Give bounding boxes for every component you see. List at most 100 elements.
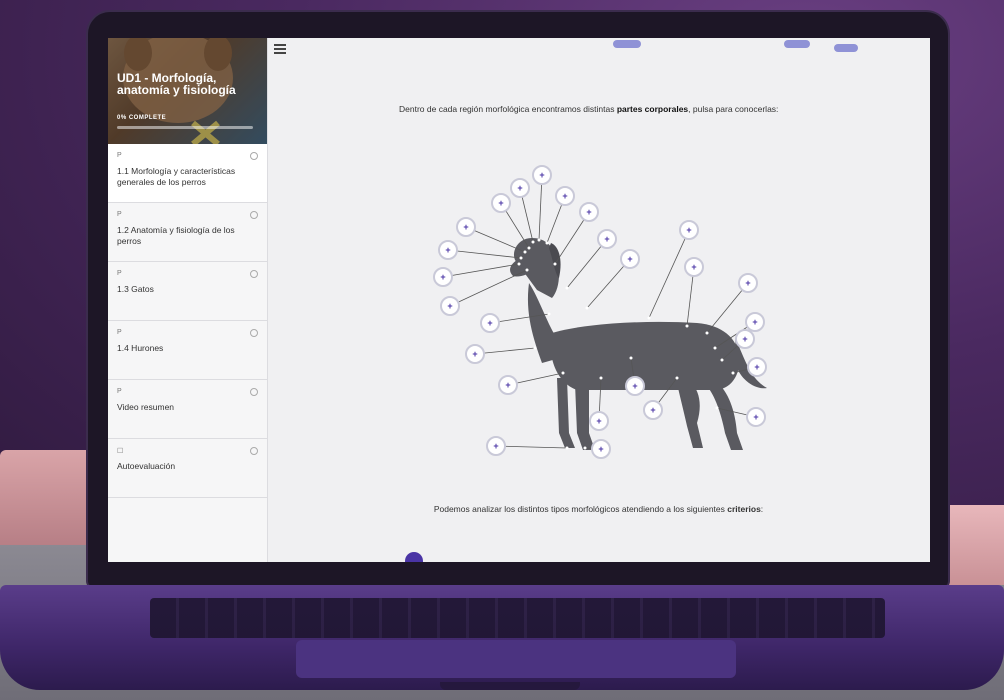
hotspot-anchor [545, 241, 549, 245]
plus-icon: + [445, 245, 450, 255]
plus-icon: + [752, 317, 757, 327]
hotspot-button[interactable]: + [440, 296, 460, 316]
keyboard [150, 598, 885, 638]
lesson-type-icon: P [117, 211, 122, 218]
criteria-text: Podemos analizar los distintos tipos mor… [267, 504, 930, 514]
hotspot-button[interactable]: + [510, 178, 530, 198]
hotspot-anchor [715, 406, 719, 410]
hotspot-anchor [713, 346, 717, 350]
hotspot-leader-line [495, 445, 568, 449]
screen: UD1 - Morfología, anatomía y fisiología … [108, 38, 930, 562]
lesson-item[interactable]: P 1.3 Gatos [108, 262, 267, 321]
hotspot-button[interactable]: + [591, 439, 611, 459]
lesson-title: Video resumen [117, 402, 175, 412]
hotspot-button[interactable]: + [745, 312, 765, 332]
hotspot-anchor [553, 262, 557, 266]
hotspot-button[interactable]: + [486, 436, 506, 456]
hotspot-anchor [629, 356, 633, 360]
hotspot-anchor [547, 312, 551, 316]
hotspot-button[interactable]: + [433, 267, 453, 287]
plus-icon: + [447, 301, 452, 311]
hotspot-leader-line [442, 263, 520, 278]
hotspot-button[interactable]: + [597, 229, 617, 249]
hotspot-button[interactable]: + [684, 257, 704, 277]
hotspot-anchor [527, 246, 531, 250]
hotspot-button[interactable]: + [579, 202, 599, 222]
plus-icon: + [627, 254, 632, 264]
lesson-list: P 1.1 Morfología y características genera… [108, 144, 267, 498]
plus-icon: + [754, 362, 759, 372]
hotspot-anchor [531, 240, 535, 244]
lesson-title: 1.3 Gatos [117, 284, 154, 294]
plus-icon: + [686, 225, 691, 235]
lesson-title: 1.4 Hurones [117, 343, 164, 353]
hotspot-leaders [442, 174, 758, 450]
hotspot-button[interactable]: + [555, 186, 575, 206]
hotspot-anchor [517, 262, 521, 266]
plus-icon: + [463, 222, 468, 232]
hotspot-button[interactable]: + [679, 220, 699, 240]
lesson-type-icon: P [117, 329, 122, 336]
hotspot-button[interactable]: + [620, 249, 640, 269]
lesson-item[interactable]: ☐ Autoevaluación [108, 439, 267, 498]
plus-icon: + [562, 191, 567, 201]
hotspot-button[interactable]: + [456, 217, 476, 237]
lesson-item[interactable]: P Video resumen [108, 380, 267, 439]
hotspot-button[interactable]: + [735, 329, 755, 349]
hotspot-button[interactable]: + [491, 193, 511, 213]
trackpad [296, 640, 736, 678]
hotspot-button[interactable]: + [746, 407, 766, 427]
plus-icon: + [498, 198, 503, 208]
hotspot-button[interactable]: + [438, 240, 458, 260]
plus-icon: + [691, 262, 696, 272]
criteria-text-bold: criterios [727, 504, 761, 514]
lesson-title: 1.1 Morfología y características general… [117, 166, 236, 187]
hotspot-anchor [720, 358, 724, 362]
progress-bar [117, 126, 253, 129]
plus-icon: + [440, 272, 445, 282]
plus-icon: + [753, 412, 758, 422]
hotspot-button[interactable]: + [498, 375, 518, 395]
hotspot-anchor [705, 331, 709, 335]
plus-icon: + [472, 349, 477, 359]
plus-icon: + [632, 381, 637, 391]
hotspot-button[interactable]: + [532, 165, 552, 185]
plus-icon: + [604, 234, 609, 244]
hotspot-anchor [685, 324, 689, 328]
hotspot-anchor [585, 306, 589, 310]
plus-icon: + [517, 183, 522, 193]
hotspot-anchor [537, 238, 541, 242]
hotspot-anchor [731, 371, 735, 375]
lesson-status-icon [250, 211, 258, 219]
hotspot-anchor [533, 346, 537, 350]
lesson-status-icon [250, 388, 258, 396]
lesson-status-icon [250, 329, 258, 337]
lesson-title: 1.2 Anatomía y fisiología de los perros [117, 225, 235, 246]
plus-icon: + [745, 278, 750, 288]
plus-icon: + [598, 444, 603, 454]
lesson-status-icon [250, 152, 258, 160]
hotspot-button[interactable]: + [625, 376, 645, 396]
plus-icon: + [505, 380, 510, 390]
lesson-item[interactable]: P 1.1 Morfología y características genera… [108, 144, 267, 203]
lesson-type-icon: P [117, 388, 122, 395]
hotspot-button[interactable]: + [480, 313, 500, 333]
hotspot-button[interactable]: + [747, 357, 767, 377]
laptop-notch [440, 682, 580, 690]
plus-icon: + [650, 405, 655, 415]
lesson-status-icon [250, 270, 258, 278]
hotspot-anchor [647, 316, 651, 320]
progress-label: 0% COMPLETE [117, 115, 167, 121]
hotspot-button[interactable]: + [589, 411, 609, 431]
lesson-item[interactable]: P 1.4 Hurones [108, 321, 267, 380]
plus-icon: + [586, 207, 591, 217]
hotspot-layer: + + + + + + + + + + + + + + + + + + + + + + + + + + [433, 165, 767, 459]
lesson-type-icon: P [117, 152, 122, 159]
hotspot-button[interactable]: + [643, 400, 663, 420]
hotspot-button[interactable]: + [738, 273, 758, 293]
dog-diagram: + + + + + + + + + + + + + + + + + + + + + + + + + + [433, 165, 767, 459]
hotspot-button[interactable]: + [465, 344, 485, 364]
lesson-type-icon: ☐ [117, 448, 124, 455]
lesson-item[interactable]: P 1.2 Anatomía y fisiología de los perros [108, 203, 267, 262]
dog-illustration [510, 238, 767, 450]
